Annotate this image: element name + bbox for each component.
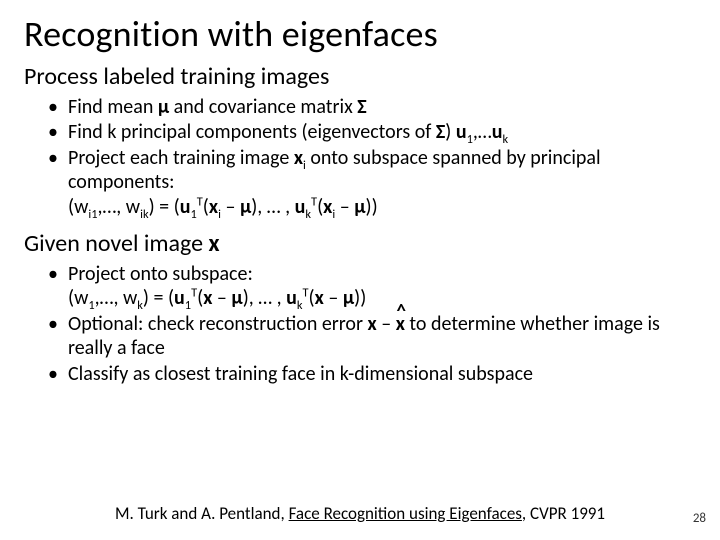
- x-hat: ^x: [396, 312, 405, 336]
- slide-title: Recognition with eigenfaces: [24, 12, 696, 56]
- footer-citation: M. Turk and A. Pentland, Face Recognitio…: [0, 503, 720, 524]
- s2-bullet-1: Project onto subspace: (w1,…, wk) = (u1T…: [68, 262, 696, 311]
- section2-heading: Given novel image x: [24, 229, 696, 258]
- citation-link[interactable]: Face Recognition using Eigenfaces: [289, 503, 522, 524]
- slide: Recognition with eigenfaces Process labe…: [0, 0, 720, 540]
- s2-bullet-1-line2: (w1,…, wk) = (u1T(x – μ), … , ukT(x – μ)…: [68, 286, 696, 310]
- s1-bullet-2: Find k principal components (eigenvector…: [68, 120, 696, 144]
- s2-bullet-2: Optional: check reconstruction error x –…: [68, 312, 696, 361]
- section1-bullets: Find mean μ and covariance matrix Σ Find…: [24, 95, 696, 219]
- page-number: 28: [693, 511, 706, 526]
- s1-bullet-3-line2: (wi1,…, wik) = (u1T(xi – μ), … , ukT(xi …: [68, 195, 696, 219]
- s1-bullet-1: Find mean μ and covariance matrix Σ: [68, 95, 696, 119]
- section1-heading: Process labeled training images: [24, 62, 696, 91]
- s1-bullet-3: Project each training image xi onto subs…: [68, 146, 696, 219]
- s2-bullet-3: Classify as closest training face in k-d…: [68, 362, 696, 386]
- mu-symbol: μ: [158, 95, 169, 119]
- sigma-symbol: Σ: [357, 95, 366, 119]
- section2-bullets: Project onto subspace: (w1,…, wk) = (u1T…: [24, 262, 696, 386]
